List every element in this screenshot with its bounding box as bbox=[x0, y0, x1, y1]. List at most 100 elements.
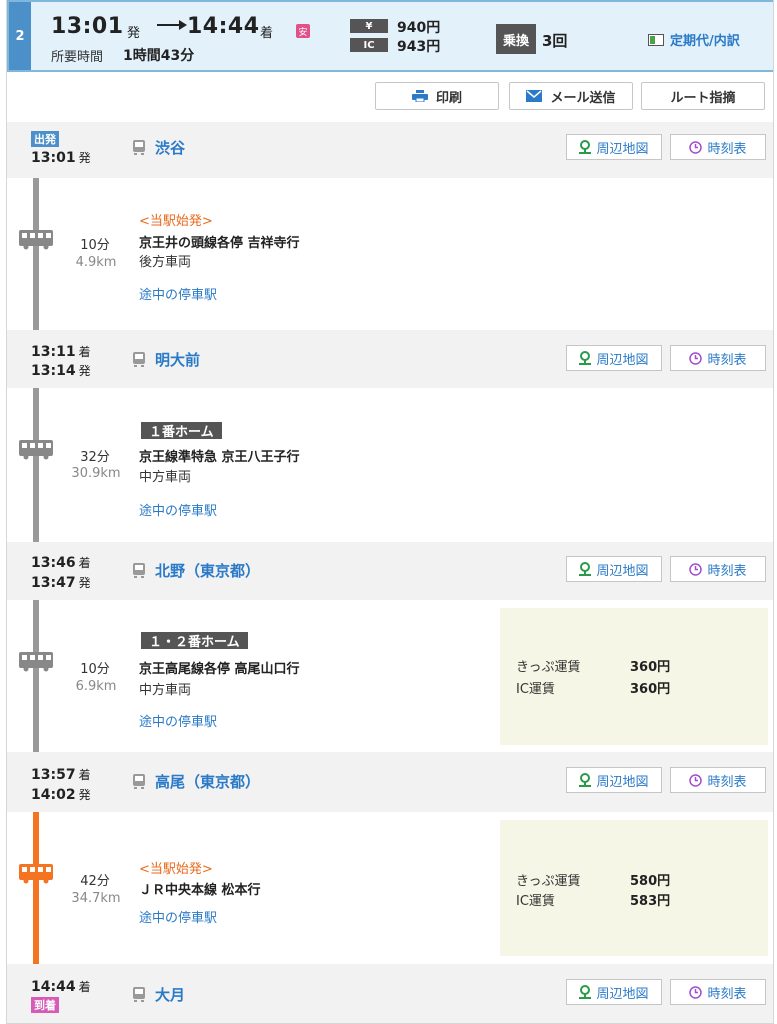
mail-button[interactable]: メール送信 bbox=[509, 82, 633, 110]
car-position: 後方車両 bbox=[139, 255, 192, 270]
ic-fare-label: IC運賃 bbox=[516, 682, 555, 697]
segment-duration: 10分 bbox=[80, 238, 110, 253]
station-time: 14:44 着 bbox=[31, 979, 91, 995]
station-name-link[interactable]: 渋谷 bbox=[133, 137, 185, 158]
timetable-label: 時刻表 bbox=[707, 141, 747, 157]
train-icon bbox=[133, 987, 145, 1002]
route-segment: <当駅始発> 10分 京王井の頭線各停 吉祥寺行 4.9km 後方車両 途中の停… bbox=[7, 178, 773, 330]
depart-time: 13:01 bbox=[51, 14, 124, 39]
map-button[interactable]: 周辺地図 bbox=[566, 345, 662, 371]
station-name-link[interactable]: 明大前 bbox=[133, 349, 200, 370]
fare-ticket-value: 940円 bbox=[397, 20, 441, 36]
timetable-button[interactable]: 時刻表 bbox=[670, 345, 766, 371]
yen-icon: ¥ bbox=[350, 19, 388, 33]
clock-icon bbox=[689, 140, 703, 154]
platform-badge: １番ホーム bbox=[141, 422, 222, 440]
station-name: 明大前 bbox=[155, 351, 201, 369]
intermediate-stops-link[interactable]: 途中の停車駅 bbox=[139, 500, 217, 519]
station-time: 14:02 発 bbox=[31, 787, 91, 803]
station-name: 北野（東京都） bbox=[155, 562, 261, 580]
map-label: 周辺地図 bbox=[596, 352, 649, 368]
ic-fare-value: 583円 bbox=[630, 894, 671, 909]
station-name: 高尾（東京都） bbox=[155, 773, 261, 791]
station-name-link[interactable]: 高尾（東京都） bbox=[133, 771, 260, 792]
station-row: 出発 13:01 発 渋谷 周辺地図 時刻表 bbox=[7, 122, 773, 178]
train-icon bbox=[133, 563, 145, 578]
segment-distance: 30.9km bbox=[71, 466, 121, 481]
station-name-link[interactable]: 北野（東京都） bbox=[133, 560, 260, 581]
timetable-button[interactable]: 時刻表 bbox=[670, 134, 766, 160]
intermediate-stops-link[interactable]: 途中の停車駅 bbox=[139, 711, 217, 730]
map-button[interactable]: 周辺地図 bbox=[566, 979, 662, 1005]
ic-fare-label: IC運賃 bbox=[516, 894, 555, 909]
car-position: 中方車両 bbox=[139, 470, 192, 485]
route-number-badge: 2 bbox=[9, 2, 31, 70]
ticket-fare-label: きっぷ運賃 bbox=[516, 660, 581, 675]
station-time: 13:47 発 bbox=[31, 575, 91, 591]
map-button[interactable]: 周辺地図 bbox=[566, 134, 662, 160]
ic-icon: IC bbox=[350, 38, 388, 52]
station-row: 14:44 着 到着 大月 周辺地図 時刻表 bbox=[7, 964, 773, 1023]
ticket-fare-label: きっぷ運賃 bbox=[516, 874, 581, 889]
map-label: 周辺地図 bbox=[596, 774, 649, 790]
line-name: 京王線準特急 京王八王子行 bbox=[139, 450, 300, 465]
duration-value: 1時間43分 bbox=[123, 48, 195, 64]
ticket-fare-value: 360円 bbox=[630, 660, 671, 675]
line-name: ＪＲ中央本線 松本行 bbox=[139, 883, 261, 898]
arrive-tag: 到着 bbox=[31, 997, 59, 1013]
segment-fare-box: きっぷ運賃 580円 IC運賃 583円 bbox=[500, 820, 768, 956]
clock-icon bbox=[689, 351, 703, 365]
arrow-right-icon bbox=[157, 20, 187, 30]
intermediate-stops-link[interactable]: 途中の停車駅 bbox=[139, 907, 217, 926]
segment-fare-box: きっぷ運賃 360円 IC運賃 360円 bbox=[500, 608, 768, 745]
station-time: 13:57 着 bbox=[31, 767, 91, 783]
map-label: 周辺地図 bbox=[596, 563, 649, 579]
station-name: 大月 bbox=[155, 986, 186, 1004]
station-row: 13:11 着 13:14 発 明大前 周辺地図 時刻表 bbox=[7, 330, 773, 388]
train-icon bbox=[19, 440, 53, 460]
map-button[interactable]: 周辺地図 bbox=[566, 767, 662, 793]
map-pin-icon bbox=[579, 985, 592, 999]
segment-distance: 4.9km bbox=[75, 255, 117, 270]
arrive-suffix: 着 bbox=[260, 26, 274, 41]
timetable-label: 時刻表 bbox=[707, 774, 747, 790]
route-report-label: ルート指摘 bbox=[670, 90, 736, 106]
platform-badge: １・２番ホーム bbox=[141, 632, 248, 650]
printer-icon bbox=[411, 90, 428, 102]
train-icon bbox=[133, 774, 145, 789]
ticket-fare-value: 580円 bbox=[630, 874, 671, 889]
segment-duration: 42分 bbox=[80, 874, 110, 889]
line-name: 京王井の頭線各停 吉祥寺行 bbox=[139, 236, 300, 251]
mail-icon bbox=[526, 90, 543, 102]
duration-label: 所要時間 bbox=[51, 50, 104, 65]
train-icon bbox=[19, 652, 53, 672]
train-icon bbox=[19, 864, 53, 884]
commuter-pass-icon bbox=[648, 33, 664, 46]
clock-icon bbox=[689, 985, 703, 999]
map-pin-icon bbox=[579, 773, 592, 787]
origin-note: <当駅始発> bbox=[139, 862, 213, 877]
station-time: 13:14 発 bbox=[31, 363, 91, 379]
route-line bbox=[33, 388, 39, 542]
depart-suffix: 発 bbox=[127, 26, 141, 41]
intermediate-stops-link[interactable]: 途中の停車駅 bbox=[139, 284, 217, 303]
timetable-button[interactable]: 時刻表 bbox=[670, 767, 766, 793]
commuter-pass-label: 定期代/内訳 bbox=[670, 34, 740, 49]
timetable-button[interactable]: 時刻表 bbox=[670, 979, 766, 1005]
map-pin-icon bbox=[579, 140, 592, 154]
train-icon bbox=[19, 230, 53, 250]
route-summary-header: 2 13:01 発 14:44 着 安 所要時間 1時間43分 ¥ 940円 I… bbox=[7, 0, 773, 72]
route-line bbox=[33, 812, 39, 964]
segment-duration: 32分 bbox=[80, 450, 110, 465]
print-button[interactable]: 印刷 bbox=[375, 82, 499, 110]
map-pin-icon bbox=[579, 562, 592, 576]
fare-ic-value: 943円 bbox=[397, 39, 441, 55]
station-time: 13:46 着 bbox=[31, 555, 91, 571]
station-name-link[interactable]: 大月 bbox=[133, 984, 185, 1005]
transfer-count: 3回 bbox=[542, 32, 568, 50]
route-report-button[interactable]: ルート指摘 bbox=[641, 82, 765, 110]
map-button[interactable]: 周辺地図 bbox=[566, 556, 662, 582]
commuter-pass-link[interactable]: 定期代/内訳 bbox=[648, 30, 740, 49]
transfer-label: 乗換 bbox=[496, 24, 536, 54]
timetable-button[interactable]: 時刻表 bbox=[670, 556, 766, 582]
